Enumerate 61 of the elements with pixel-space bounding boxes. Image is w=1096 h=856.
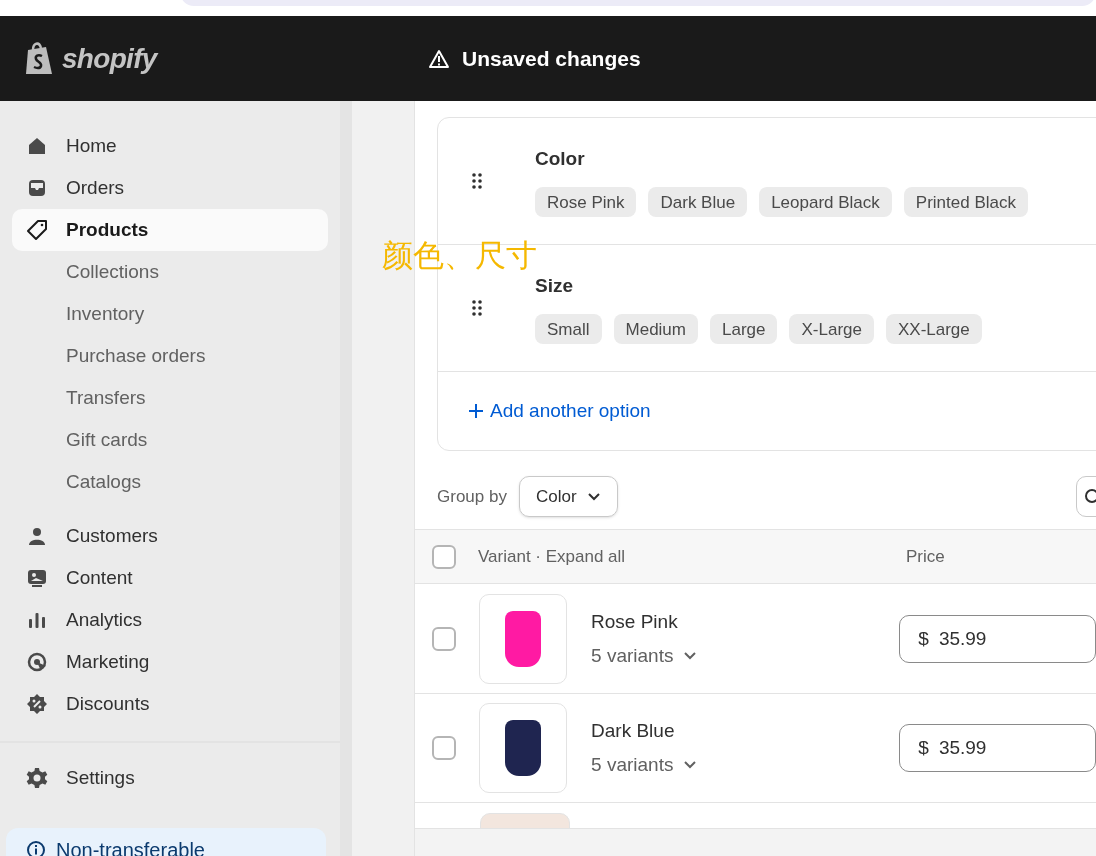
- group-by-label: Group by: [437, 485, 507, 508]
- option-value-tag: XX-Large: [885, 314, 982, 345]
- variant-name: Dark Blue: [591, 718, 676, 743]
- sidebar-item[interactable]: Marketing: [12, 641, 328, 683]
- info-icon: [26, 840, 46, 856]
- sidebar-item[interactable]: Home: [12, 125, 328, 167]
- sidebar-item[interactable]: Gift cards: [12, 419, 328, 461]
- option-value-tag: Leopard Black: [759, 187, 892, 218]
- settings-icon: [26, 767, 48, 789]
- image-icon: [27, 568, 47, 588]
- sidebar-item[interactable]: Collections: [12, 251, 328, 293]
- sidebar-item[interactable]: Purchase orders: [12, 335, 328, 377]
- sidebar-item[interactable]: Settings: [12, 757, 328, 799]
- option-value-tag: Medium: [613, 314, 698, 345]
- price-column-header: Price: [906, 545, 945, 568]
- option-name: Size: [535, 273, 575, 298]
- variants-toggle[interactable]: 5 variants: [591, 642, 900, 671]
- variant-name: Rose Pink: [591, 609, 679, 634]
- option-name: Color: [535, 146, 586, 171]
- plus-icon: [468, 403, 484, 419]
- sidebar-item[interactable]: Products: [12, 209, 328, 251]
- discount-icon: [26, 693, 48, 715]
- sidebar-item[interactable]: Discounts: [12, 683, 328, 725]
- warning-icon: [428, 48, 450, 69]
- target-icon: [27, 652, 47, 672]
- price-field[interactable]: $ 35.99: [899, 615, 1096, 663]
- sidebar-item[interactable]: Catalogs: [12, 461, 328, 503]
- group-by-dropdown[interactable]: Color: [518, 476, 618, 517]
- option-value-tag: Dark Blue: [648, 187, 748, 218]
- variant-column-header[interactable]: Variant · Expand all: [478, 543, 906, 570]
- chevron-down-icon: [683, 651, 698, 662]
- chevron-down-icon: [586, 491, 601, 502]
- option-value-tag: Printed Black: [903, 187, 1028, 218]
- inbox-icon: [27, 178, 47, 198]
- price-field[interactable]: $ 35.99: [899, 724, 1096, 772]
- chevron-down-icon: [683, 760, 698, 771]
- sidebar-item[interactable]: Content: [12, 557, 328, 599]
- sidebar-item[interactable]: Transfers: [12, 377, 328, 419]
- option-value-tag: Small: [535, 314, 602, 345]
- option-value-tag: X-Large: [789, 314, 874, 345]
- home-icon: [27, 136, 47, 156]
- option-value-tag: Large: [710, 314, 778, 345]
- drag-handle-icon[interactable]: [471, 299, 483, 317]
- sidebar-item[interactable]: Analytics: [12, 599, 328, 641]
- add-option-link[interactable]: Add another option: [468, 396, 651, 426]
- row-checkbox[interactable]: [432, 627, 456, 651]
- row-checkbox[interactable]: [432, 736, 456, 760]
- annotation-text: 颜色、尺寸: [382, 238, 537, 274]
- logo-wordmark[interactable]: shopify: [62, 37, 157, 80]
- bar-chart-icon: [27, 610, 47, 630]
- option-value-tag: Rose Pink: [535, 187, 637, 218]
- drag-handle-icon[interactable]: [471, 172, 483, 190]
- tag-icon: [26, 219, 48, 241]
- sidebar-item[interactable]: Inventory: [12, 293, 328, 335]
- sidebar-item[interactable]: Orders: [12, 167, 328, 209]
- person-icon: [27, 526, 47, 546]
- search-icon: [1083, 487, 1096, 506]
- sidebar-item[interactable]: Customers: [12, 515, 328, 557]
- variants-toggle[interactable]: 5 variants: [591, 751, 900, 780]
- select-all-checkbox[interactable]: [432, 544, 456, 569]
- unsaved-changes-title: Unsaved changes: [462, 45, 641, 72]
